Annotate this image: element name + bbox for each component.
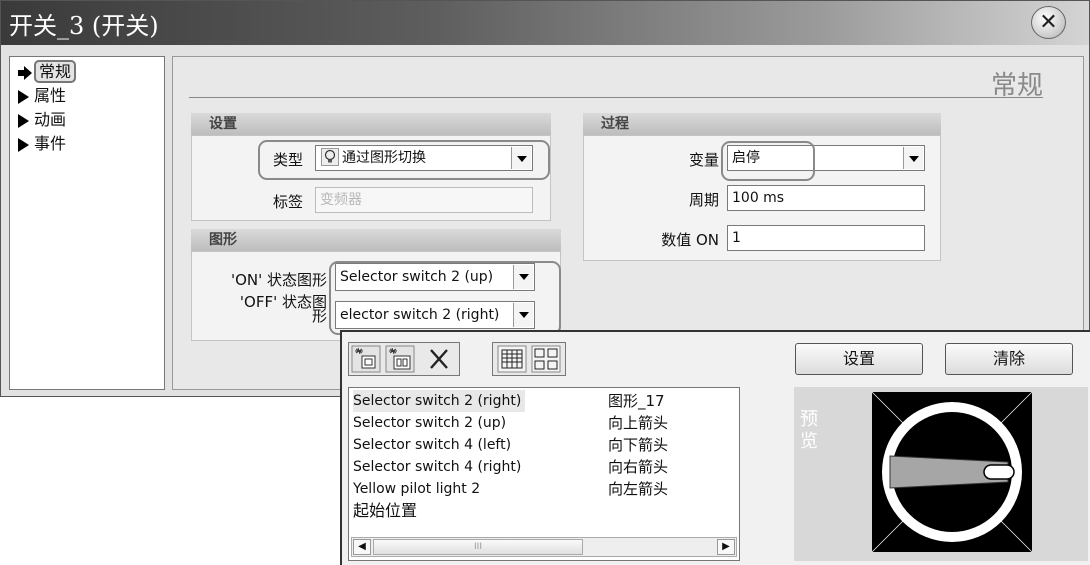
type-highlight-frame bbox=[258, 140, 550, 180]
list-item[interactable]: Selector switch 4 (left) bbox=[353, 434, 511, 456]
list-item[interactable]: Yellow pilot light 2 bbox=[353, 478, 480, 500]
list-item[interactable]: 向下箭头 bbox=[608, 434, 668, 456]
cycle-field[interactable]: 100 ms bbox=[727, 185, 925, 211]
list-item[interactable]: Selector switch 4 (right) bbox=[353, 456, 521, 478]
nav-item-events[interactable]: 事件 bbox=[18, 134, 66, 156]
off-graphic-label: 'OFF' 状态图 形 bbox=[199, 293, 327, 325]
variable-label: 变量 bbox=[688, 151, 719, 169]
nav-item-properties[interactable]: 属性 bbox=[18, 86, 66, 108]
list-item[interactable]: 图形_17 bbox=[608, 390, 665, 412]
title-bar[interactable]: 开关_3 (开关) ✕ bbox=[1, 1, 1089, 45]
numvalue-label: 数值 ON bbox=[661, 231, 719, 249]
delete-icon[interactable] bbox=[421, 345, 457, 373]
new-graphic-folder-icon[interactable] bbox=[385, 345, 415, 373]
on-graphic-label: 'ON' 状态图形 bbox=[230, 271, 327, 289]
numvalue-field[interactable]: 1 bbox=[727, 225, 925, 251]
graphics-highlight-frame bbox=[329, 261, 561, 335]
expand-arrow-icon bbox=[18, 137, 29, 152]
close-icon[interactable]: ✕ bbox=[1031, 6, 1066, 39]
list-item[interactable]: Selector switch 2 (up) bbox=[353, 412, 506, 434]
section-divider bbox=[189, 97, 1043, 98]
graphic-toolbar bbox=[348, 342, 460, 376]
selector-switch-preview-image bbox=[872, 392, 1032, 552]
cycle-label: 周期 bbox=[688, 191, 719, 209]
tag-field: 变频器 bbox=[315, 187, 533, 213]
list-view-icon[interactable] bbox=[497, 345, 527, 373]
graphics-group-title: 图形 bbox=[191, 229, 561, 251]
list-item[interactable]: 起始位置 bbox=[353, 500, 417, 522]
nav-item-general[interactable]: 常规 bbox=[18, 60, 77, 84]
scroll-thumb[interactable]: III bbox=[373, 539, 583, 555]
graphic-picker-popup: 设置 清除 Selector switch 2 (right) Selector… bbox=[340, 330, 1090, 565]
clear-button[interactable]: 清除 bbox=[945, 343, 1073, 375]
process-group-title: 过程 bbox=[583, 113, 941, 135]
selected-arrow-icon bbox=[18, 65, 32, 80]
graphic-list: Selector switch 2 (right) Selector switc… bbox=[348, 387, 740, 561]
nav-item-label: 常规 bbox=[34, 60, 77, 83]
preview-area: 预览 bbox=[794, 387, 1088, 561]
nav-item-animation[interactable]: 动画 bbox=[18, 110, 66, 132]
nav-item-label: 属性 bbox=[34, 86, 67, 105]
scroll-right-icon[interactable]: ▶ bbox=[717, 539, 735, 555]
nav-item-label: 事件 bbox=[34, 134, 67, 153]
expand-arrow-icon bbox=[18, 89, 29, 104]
window-title: 开关_3 (开关) bbox=[9, 12, 159, 40]
nav-item-label: 动画 bbox=[34, 110, 67, 129]
off-graphic-label-line1: 'OFF' 状态图 bbox=[239, 293, 327, 311]
category-nav: 常规 属性 动画 事件 bbox=[9, 56, 165, 390]
set-button[interactable]: 设置 bbox=[795, 343, 923, 375]
preview-label: 预览 bbox=[800, 409, 818, 452]
list-item[interactable]: 向左箭头 bbox=[608, 478, 668, 500]
list-item[interactable]: 向上箭头 bbox=[608, 412, 668, 434]
horizontal-scrollbar[interactable]: ◀ III ▶ bbox=[351, 537, 737, 557]
list-item[interactable]: 向右箭头 bbox=[608, 456, 668, 478]
view-toolbar bbox=[492, 342, 566, 376]
new-graphic-icon[interactable] bbox=[351, 345, 381, 373]
thumbnail-view-icon[interactable] bbox=[531, 345, 561, 373]
expand-arrow-icon bbox=[18, 113, 29, 128]
tag-label: 标签 bbox=[272, 193, 303, 211]
off-graphic-label-line2: 形 bbox=[311, 307, 327, 325]
settings-group-title: 设置 bbox=[191, 113, 551, 135]
variable-highlight-frame bbox=[721, 141, 815, 181]
dropdown-arrow-icon[interactable] bbox=[903, 147, 923, 169]
list-item[interactable]: Selector switch 2 (right) bbox=[353, 390, 526, 412]
scroll-left-icon[interactable]: ◀ bbox=[353, 539, 371, 555]
